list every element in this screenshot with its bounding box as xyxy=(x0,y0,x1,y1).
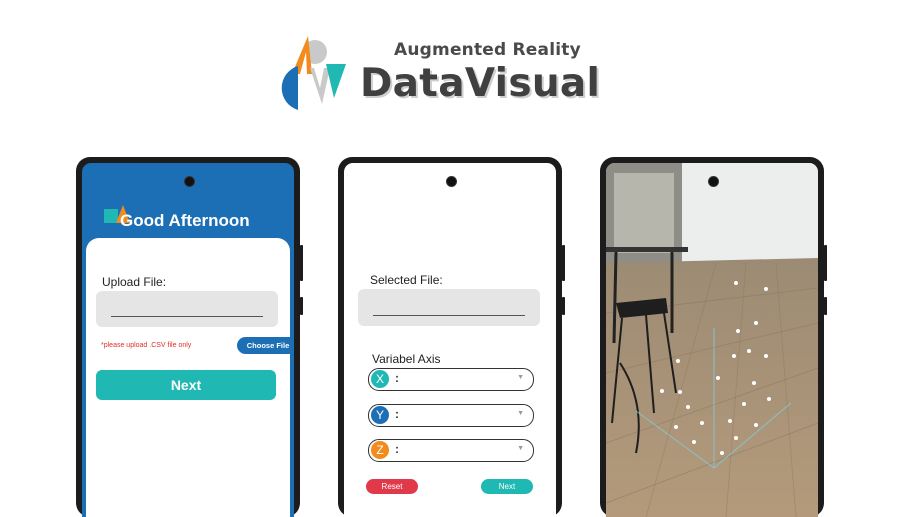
phone-axis-screen: Selected File: Variabel Axis X : ▼ Y : ▼… xyxy=(338,157,565,517)
logo-subtitle: Augmented Reality xyxy=(394,40,581,60)
app-logo: Augmented Reality DataVisual xyxy=(270,34,640,112)
y-axis-value: : xyxy=(395,407,399,421)
field-underline xyxy=(373,315,525,316)
next-button[interactable]: Next xyxy=(96,370,276,400)
csv-warning-text: *please upload .CSV file only xyxy=(101,342,192,349)
side-button xyxy=(824,245,827,281)
screen: Good Afternoon Upload File: *please uplo… xyxy=(82,163,294,517)
side-button xyxy=(562,297,565,315)
z-axis-select[interactable]: Z : ▼ xyxy=(368,439,534,462)
logo-title: DataVisual xyxy=(360,61,601,106)
z-axis-value: : xyxy=(395,442,399,456)
greeting-title: Good Afternoon xyxy=(120,211,250,230)
phone-upload-screen: Good Afternoon Upload File: *please uplo… xyxy=(76,157,303,517)
camera-icon xyxy=(446,176,457,187)
ar-camera-view[interactable] xyxy=(606,163,818,517)
side-button xyxy=(562,245,565,281)
screen: Selected File: Variabel Axis X : ▼ Y : ▼… xyxy=(344,163,556,517)
selected-file-field[interactable] xyxy=(358,289,540,326)
choose-file-button[interactable]: Choose File xyxy=(237,337,294,354)
upload-card: Upload File: *please upload .CSV file on… xyxy=(86,238,294,517)
camera-icon xyxy=(184,176,195,187)
phone-ar-screen xyxy=(600,157,827,517)
upload-label: Upload File: xyxy=(102,275,167,289)
variable-axis-title: Variabel Axis xyxy=(372,352,441,366)
y-axis-select[interactable]: Y : ▼ xyxy=(368,404,534,427)
camera-icon xyxy=(708,176,719,187)
side-button xyxy=(300,245,303,281)
z-axis-badge: Z xyxy=(371,441,389,459)
ar-scatter-plot-icon xyxy=(606,163,818,517)
x-axis-select[interactable]: X : ▼ xyxy=(368,368,534,391)
dropdown-caret-icon: ▼ xyxy=(517,374,524,381)
dropdown-caret-icon: ▼ xyxy=(517,445,524,452)
side-button xyxy=(300,297,303,315)
dropdown-caret-icon: ▼ xyxy=(517,410,524,417)
reset-button[interactable]: Reset xyxy=(366,479,418,494)
next-button[interactable]: Next xyxy=(481,479,533,494)
logo-mark-icon xyxy=(281,36,346,110)
upload-file-field[interactable] xyxy=(96,291,278,327)
side-button xyxy=(824,297,827,315)
x-axis-value: : xyxy=(395,371,399,385)
field-underline xyxy=(111,316,263,317)
y-axis-badge: Y xyxy=(371,406,389,424)
selected-file-label: Selected File: xyxy=(370,273,443,287)
x-axis-badge: X xyxy=(371,370,389,388)
